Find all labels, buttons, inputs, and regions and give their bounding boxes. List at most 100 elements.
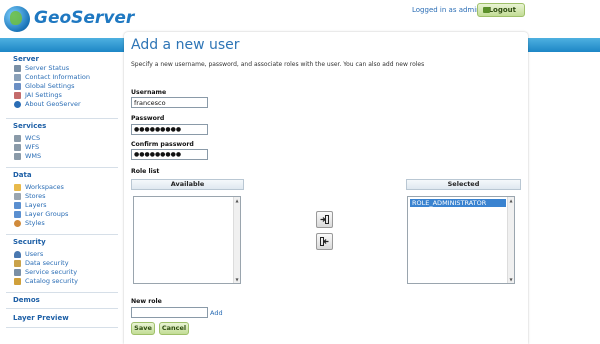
scroll-up-icon[interactable]: ▲ <box>234 197 240 204</box>
contact-icon <box>14 74 21 81</box>
sidebar-section-layer-preview: Layer Preview <box>0 314 120 323</box>
sidebar-item-wms[interactable]: WMS <box>0 152 120 161</box>
page-description: Specify a new username, password, and as… <box>131 61 425 68</box>
geoserver-logo[interactable]: GeoServer <box>4 6 134 32</box>
sidebar-item-layers[interactable]: Layers <box>0 201 120 210</box>
username-input[interactable] <box>131 97 208 108</box>
sidebar-section-demos: Demos <box>0 296 120 305</box>
selected-role-option[interactable]: ROLE_ADMINISTRATOR <box>410 199 506 207</box>
confirm-password-label: Confirm password <box>131 141 194 148</box>
sidebar-item-contact-information[interactable]: Contact Information <box>0 73 120 82</box>
scroll-up-icon[interactable]: ▲ <box>508 197 514 204</box>
selected-roles-list[interactable]: ROLE_ADMINISTRATOR ▲ ▼ <box>407 196 515 284</box>
server-status-icon <box>14 65 21 72</box>
jai-icon <box>14 92 21 99</box>
sidebar-item-wcs[interactable]: WCS <box>0 134 120 143</box>
layers-icon <box>14 202 21 209</box>
move-left-icon <box>320 237 329 246</box>
globe-icon <box>4 6 30 32</box>
sidebar-item-jai-settings[interactable]: JAI Settings <box>0 91 120 100</box>
username-label: Username <box>131 89 167 96</box>
sidebar-divider <box>6 292 118 293</box>
available-header: Available <box>131 179 244 190</box>
sidebar-heading[interactable]: Server <box>0 55 120 64</box>
sidebar-item-label: Users <box>25 250 44 258</box>
sidebar-item-styles[interactable]: Styles <box>0 219 120 228</box>
sidebar-item-workspaces[interactable]: Workspaces <box>0 183 120 192</box>
new-role-input[interactable] <box>131 307 208 318</box>
scrollbar[interactable]: ▲ ▼ <box>507 197 514 283</box>
folder-icon <box>14 184 21 191</box>
layer-groups-icon <box>14 211 21 218</box>
data-security-icon <box>14 260 21 267</box>
sidebar-heading-demos[interactable]: Demos <box>0 296 120 305</box>
database-icon <box>14 193 21 200</box>
sidebar-item-catalog-security[interactable]: Catalog security <box>0 277 120 286</box>
sidebar-item-label: Workspaces <box>25 183 64 191</box>
sidebar-item-wfs[interactable]: WFS <box>0 143 120 152</box>
sidebar-item-label: Stores <box>25 192 46 200</box>
sidebar-item-about-geoserver[interactable]: About GeoServer <box>0 100 120 109</box>
service-security-icon <box>14 269 21 276</box>
sidebar-section-data: Data Workspaces Stores Layers Layer Grou… <box>0 171 120 228</box>
sidebar-item-label: Service security <box>25 268 78 276</box>
sidebar-item-label: WCS <box>25 134 41 142</box>
sidebar-divider <box>6 327 118 328</box>
info-icon <box>14 101 21 108</box>
sidebar-item-label: Layers <box>25 201 47 209</box>
logout-button[interactable]: Logout <box>477 3 525 17</box>
sidebar-item-label: Data security <box>25 259 69 267</box>
sidebar-item-service-security[interactable]: Service security <box>0 268 120 277</box>
sidebar-item-stores[interactable]: Stores <box>0 192 120 201</box>
page-title: Add a new user <box>131 37 240 53</box>
sidebar-item-data-security[interactable]: Data security <box>0 259 120 268</box>
login-status: Logged in as admin. <box>412 6 483 14</box>
sidebar-item-global-settings[interactable]: Global Settings <box>0 82 120 91</box>
sidebar-item-label: Global Settings <box>25 82 75 90</box>
role-list-label: Role list <box>131 168 160 175</box>
user-icon <box>14 251 21 258</box>
brand-name: GeoServer <box>34 8 135 28</box>
scrollbar[interactable]: ▲ ▼ <box>233 197 240 283</box>
sidebar-item-server-status[interactable]: Server Status <box>0 64 120 73</box>
sidebar-section-server: Server Server Status Contact Information… <box>0 55 120 109</box>
sidebar-heading[interactable]: Data <box>0 171 120 180</box>
settings-icon <box>14 83 21 90</box>
scroll-down-icon[interactable]: ▼ <box>508 276 514 283</box>
available-roles-list[interactable]: ▲ ▼ <box>133 196 241 284</box>
wfs-icon <box>14 144 21 151</box>
scroll-down-icon[interactable]: ▼ <box>234 276 240 283</box>
sidebar-item-label: WFS <box>25 143 40 151</box>
logout-label: Logout <box>488 6 516 14</box>
sidebar-item-label: JAI Settings <box>25 91 62 99</box>
password-label: Password <box>131 115 165 122</box>
sidebar-divider <box>6 118 118 119</box>
wcs-icon <box>14 135 21 142</box>
sidebar-item-label: Catalog security <box>25 277 78 285</box>
sidebar-divider <box>6 308 118 309</box>
logout-icon <box>483 7 490 13</box>
palette-icon <box>14 220 21 227</box>
sidebar-heading-layer-preview[interactable]: Layer Preview <box>0 314 120 323</box>
password-input[interactable]: ●●●●●●●●● <box>131 124 208 135</box>
add-role-button[interactable] <box>316 211 333 228</box>
sidebar-item-label: Layer Groups <box>25 210 69 218</box>
save-button[interactable]: Save <box>131 322 155 335</box>
cancel-button[interactable]: Cancel <box>159 322 189 335</box>
confirm-password-input[interactable]: ●●●●●●●●● <box>131 149 208 160</box>
sidebar-item-label: Contact Information <box>25 73 90 81</box>
wms-icon <box>14 153 21 160</box>
sidebar-section-security: Security Users Data security Service sec… <box>0 238 120 286</box>
sidebar-item-label: Server Status <box>25 64 70 72</box>
add-role-link[interactable]: Add <box>210 309 223 317</box>
sidebar-item-layer-groups[interactable]: Layer Groups <box>0 210 120 219</box>
sidebar-section-services: Services WCS WFS WMS <box>0 122 120 161</box>
remove-role-button[interactable] <box>316 233 333 250</box>
sidebar-item-label: Styles <box>25 219 45 227</box>
new-role-label: New role <box>131 298 162 305</box>
sidebar-divider <box>6 167 118 168</box>
sidebar-item-users[interactable]: Users <box>0 250 120 259</box>
sidebar-heading[interactable]: Security <box>0 238 120 247</box>
sidebar-heading[interactable]: Services <box>0 122 120 131</box>
sidebar-item-label: About GeoServer <box>25 100 81 108</box>
